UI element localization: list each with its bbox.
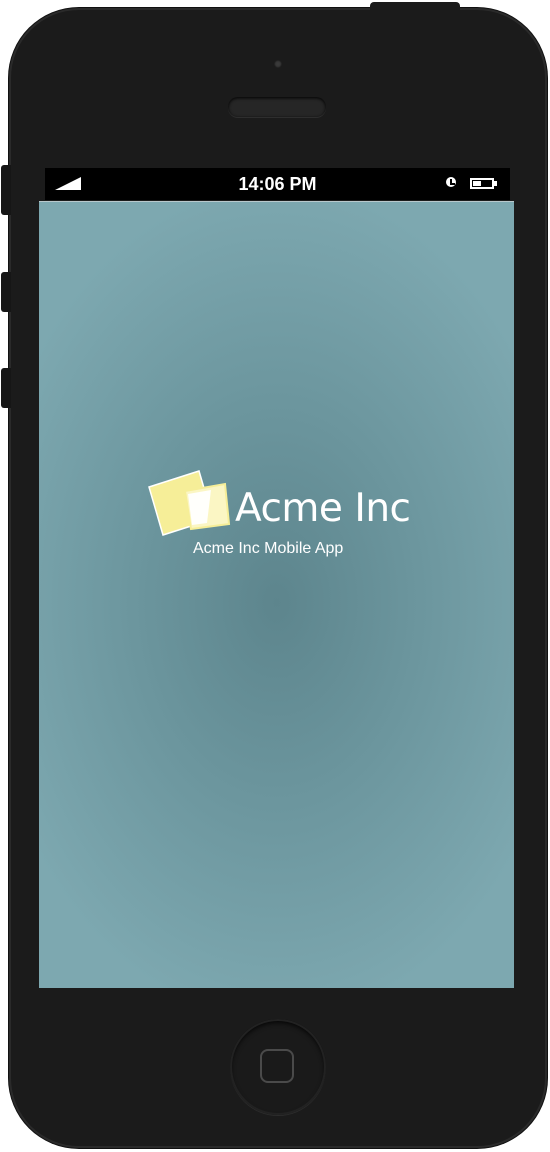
volume-up-button[interactable]: [1, 272, 11, 312]
home-button[interactable]: [230, 1019, 326, 1115]
battery-icon: [470, 178, 494, 189]
brand-name: Acme Inc: [235, 486, 411, 531]
app-subtitle: Acme Inc Mobile App: [193, 540, 344, 557]
battery-tip: [494, 181, 497, 186]
volume-down-button[interactable]: [1, 368, 11, 408]
mute-switch[interactable]: [1, 165, 11, 215]
home-square-icon: [260, 1049, 294, 1083]
battery-level: [473, 181, 481, 186]
status-bar: 14:06 PM: [45, 168, 510, 200]
overlapping-cards-logo-icon: [148, 470, 231, 536]
status-time: 14:06 PM: [238, 174, 317, 194]
logo-front-card: [183, 482, 231, 531]
front-camera: [274, 60, 282, 68]
power-button[interactable]: [370, 2, 460, 12]
clock-icon: [446, 177, 456, 187]
earpiece-speaker: [228, 97, 326, 117]
splash-screen[interactable]: [39, 201, 514, 988]
